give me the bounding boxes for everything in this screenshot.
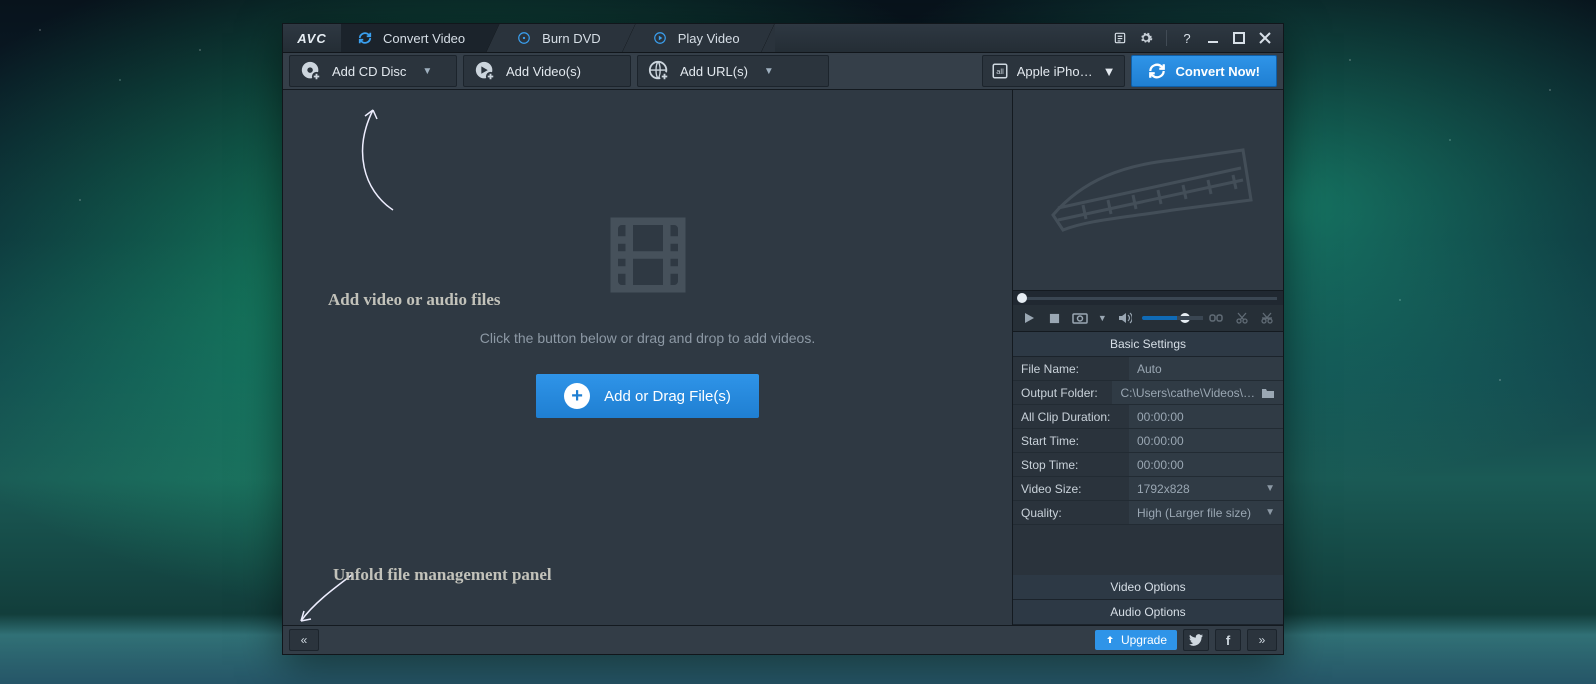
output-folder-field[interactable]: C:\Users\cathe\Videos\…: [1112, 381, 1283, 404]
facebook-button[interactable]: f: [1215, 629, 1241, 651]
gear-icon[interactable]: [1136, 28, 1156, 48]
add-cd-disc-button[interactable]: Add CD Disc ▼: [289, 55, 457, 87]
convert-now-button[interactable]: Convert Now!: [1131, 55, 1278, 87]
play-button[interactable]: [1021, 309, 1036, 327]
volume-knob[interactable]: [1180, 313, 1190, 323]
setting-key: Stop Time:: [1013, 458, 1129, 472]
tab-label: Play Video: [678, 31, 740, 46]
setting-key: File Name:: [1013, 362, 1129, 376]
setting-row-quality: Quality: High (Larger file size)▼: [1013, 501, 1283, 525]
audio-options-header[interactable]: Audio Options: [1013, 600, 1283, 625]
stop-time-field[interactable]: 00:00:00: [1129, 453, 1283, 476]
profile-label: Apple iPhone XR MPEG-4 Movie (*.m…: [1017, 64, 1095, 79]
help-button[interactable]: ?: [1177, 28, 1197, 48]
button-label: Add or Drag File(s): [604, 388, 731, 405]
button-label: Add CD Disc: [332, 64, 406, 79]
instruction-text: Click the button below or drag and drop …: [480, 330, 815, 346]
twitter-button[interactable]: [1183, 629, 1209, 651]
side-panel: ▼ Basic Settings File Name: Auto Outpu: [1013, 90, 1283, 625]
profile-icon: all: [991, 62, 1009, 80]
toolbar: Add CD Disc ▼ Add Video(s) Add URL(s) ▼ …: [283, 53, 1283, 90]
titlebar: AVC Convert Video Burn DVD: [283, 24, 1283, 53]
setting-key: Output Folder:: [1013, 386, 1112, 400]
link-icon: [1209, 309, 1224, 327]
preview-pane: [1013, 90, 1283, 291]
button-label: Upgrade: [1121, 633, 1167, 647]
setting-row-video-size: Video Size: 1792x828▼: [1013, 477, 1283, 501]
maximize-button[interactable]: [1229, 28, 1249, 48]
chevron-down-icon: ▼: [422, 66, 432, 77]
setting-row-filename: File Name: Auto: [1013, 357, 1283, 381]
setting-key: Quality:: [1013, 506, 1129, 520]
setting-key: Start Time:: [1013, 434, 1129, 448]
chevron-down-icon: ▼: [1265, 507, 1275, 518]
stop-button[interactable]: [1046, 309, 1061, 327]
video-options-header[interactable]: Video Options: [1013, 575, 1283, 600]
setting-row-start-time: Start Time: 00:00:00: [1013, 429, 1283, 453]
setting-key: All Clip Duration:: [1013, 410, 1129, 424]
upload-icon: [1105, 635, 1115, 645]
preview-timeline[interactable]: [1013, 291, 1283, 305]
svg-text:all: all: [996, 67, 1004, 76]
tab-bar: Convert Video Burn DVD Play Video: [341, 24, 775, 52]
chevron-down-icon: ▼: [1265, 483, 1275, 494]
basic-settings-header[interactable]: Basic Settings: [1013, 332, 1283, 357]
setting-value: 00:00:00: [1129, 405, 1283, 428]
plus-circle-icon: +: [564, 383, 590, 409]
video-size-dropdown[interactable]: 1792x828▼: [1129, 477, 1283, 500]
tab-label: Burn DVD: [542, 31, 601, 46]
globe-plus-icon: [648, 60, 670, 82]
upgrade-button[interactable]: Upgrade: [1095, 630, 1177, 650]
disc-icon: [516, 30, 532, 46]
menu-button[interactable]: [1110, 28, 1130, 48]
disc-plus-icon: [300, 60, 322, 82]
hint-panel: Unfold file management panel: [333, 565, 552, 585]
film-icon: [603, 210, 693, 300]
add-videos-button[interactable]: Add Video(s): [463, 55, 631, 87]
refresh-icon: [357, 30, 373, 46]
start-time-field[interactable]: 00:00:00: [1129, 429, 1283, 452]
button-label: Convert Now!: [1176, 64, 1261, 79]
filename-field[interactable]: Auto: [1129, 357, 1283, 380]
volume-slider[interactable]: [1142, 316, 1188, 320]
footer: « Upgrade f »: [283, 625, 1283, 654]
preview-controls: ▼: [1013, 305, 1283, 332]
chevron-down-icon: ▼: [764, 66, 774, 77]
play-circle-icon: [652, 30, 668, 46]
snapshot-button[interactable]: [1072, 309, 1088, 327]
cut-icon: [1234, 309, 1249, 327]
timeline-knob[interactable]: [1017, 293, 1027, 303]
basic-settings-panel: File Name: Auto Output Folder: C:\Users\…: [1013, 357, 1283, 525]
app-window: AVC Convert Video Burn DVD: [282, 23, 1284, 655]
window-controls: ?: [1102, 24, 1283, 52]
setting-row-stop-time: Stop Time: 00:00:00: [1013, 453, 1283, 477]
collapse-side-button[interactable]: »: [1247, 629, 1277, 651]
app-logo: AVC: [283, 24, 341, 52]
output-profile-dropdown[interactable]: all Apple iPhone XR MPEG-4 Movie (*.m… ▼: [982, 55, 1125, 87]
button-label: Add URL(s): [680, 64, 748, 79]
hint-add-files: Add video or audio files: [328, 290, 501, 310]
expand-panel-button[interactable]: «: [289, 629, 319, 651]
add-urls-button[interactable]: Add URL(s) ▼: [637, 55, 829, 87]
quality-dropdown[interactable]: High (Larger file size)▼: [1129, 501, 1283, 524]
tab-play-video[interactable]: Play Video: [636, 24, 775, 52]
tab-burn-dvd[interactable]: Burn DVD: [500, 24, 636, 52]
add-or-drag-files-button[interactable]: + Add or Drag File(s): [536, 374, 759, 418]
refresh-icon: [1148, 62, 1166, 80]
tab-convert-video[interactable]: Convert Video: [341, 24, 500, 52]
volume-icon[interactable]: [1117, 309, 1132, 327]
minimize-button[interactable]: [1203, 28, 1223, 48]
main-drop-area[interactable]: Add video or audio files Choose output p…: [283, 90, 1013, 625]
button-label: Add Video(s): [506, 64, 581, 79]
video-plus-icon: [474, 60, 496, 82]
setting-row-all-clip: All Clip Duration: 00:00:00: [1013, 405, 1283, 429]
tab-label: Convert Video: [383, 31, 465, 46]
no-cut-icon: [1260, 309, 1275, 327]
setting-key: Video Size:: [1013, 482, 1129, 496]
chevron-down-icon: ▼: [1103, 64, 1116, 79]
close-button[interactable]: [1255, 28, 1275, 48]
setting-row-output-folder: Output Folder: C:\Users\cathe\Videos\…: [1013, 381, 1283, 405]
folder-icon[interactable]: [1261, 387, 1275, 399]
